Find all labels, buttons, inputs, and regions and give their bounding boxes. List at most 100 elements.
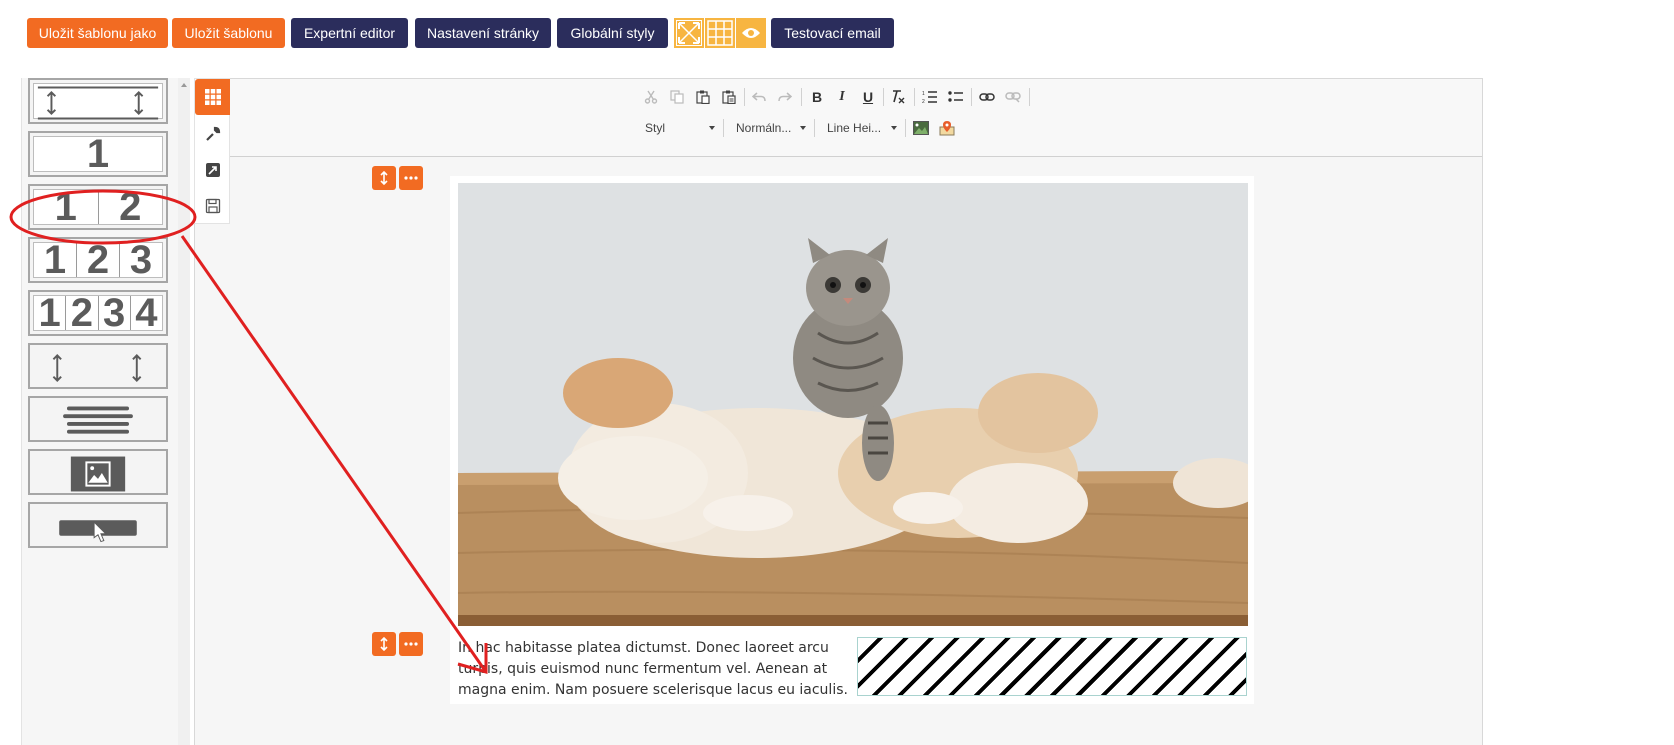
settings-tool-button[interactable] — [195, 116, 230, 152]
toolbar-separator — [1029, 88, 1030, 106]
style-dropdown-value: Styl — [645, 121, 666, 135]
column-number: 2 — [66, 293, 99, 333]
toolbar-separator — [971, 88, 972, 106]
unlink-button[interactable] — [1002, 86, 1024, 108]
side-toolbar — [194, 78, 230, 224]
wrench-icon — [205, 126, 220, 141]
column-number: 1 — [86, 132, 110, 176]
drag-arrows-icon — [380, 637, 388, 651]
content-image[interactable] — [458, 183, 1248, 626]
grid-icon — [707, 20, 733, 46]
email-template-editor: Uložit šablonu jako Uložit šablonu Exper… — [0, 0, 1674, 745]
save-template-as-button[interactable]: Uložit šablonu jako — [27, 18, 168, 48]
blocks-tool-button[interactable] — [195, 79, 230, 115]
test-email-button[interactable]: Testovací email — [771, 18, 894, 48]
expert-editor-button[interactable]: Expertní editor — [291, 18, 408, 48]
eye-icon — [742, 28, 760, 38]
link-icon — [979, 93, 995, 101]
preview-button[interactable] — [736, 18, 766, 48]
toolbar-separator — [914, 88, 915, 106]
cat-and-puppy-photo — [458, 183, 1248, 626]
paste-text-button[interactable] — [718, 86, 740, 108]
paste-text-icon — [722, 90, 736, 104]
undo-button[interactable] — [748, 86, 770, 108]
toolbar-separator — [801, 88, 802, 106]
save-template-button[interactable]: Uložit šablonu — [172, 18, 285, 48]
save-tool-button[interactable] — [195, 188, 230, 224]
column-number: 3 — [129, 238, 153, 282]
bulleted-list-button[interactable] — [945, 86, 967, 108]
text-lines-icon — [63, 406, 133, 434]
toolbar-separator — [883, 88, 884, 106]
numbered-list-button[interactable]: 12 — [919, 86, 941, 108]
palette-spacer-block[interactable] — [28, 343, 168, 389]
line-height-dropdown[interactable]: Line Hei... — [823, 117, 901, 139]
toolbar-separator — [723, 119, 724, 137]
format-dropdown-value: Normáln... — [736, 121, 792, 135]
page-settings-button[interactable]: Nastavení stránky — [415, 18, 551, 48]
palette-four-columns-block[interactable]: 1 2 3 4 — [28, 290, 168, 336]
copy-icon — [670, 90, 684, 104]
link-button[interactable] — [976, 86, 998, 108]
copy-button[interactable] — [666, 86, 688, 108]
palette-button-block[interactable] — [28, 502, 168, 548]
image-tool-button[interactable] — [195, 152, 230, 188]
empty-column-placeholder[interactable] — [857, 637, 1247, 696]
row-options-button[interactable] — [399, 166, 423, 190]
block-palette: 1 1 2 1 2 3 1 2 3 4 — [21, 78, 178, 745]
redo-button[interactable] — [774, 86, 796, 108]
line-height-dropdown-value: Line Hei... — [827, 121, 882, 135]
row-move-handle[interactable] — [372, 632, 396, 656]
row-options-button[interactable] — [399, 632, 423, 656]
button-pointer-icon — [59, 520, 137, 543]
more-icon — [404, 176, 418, 180]
svg-text:1: 1 — [922, 91, 925, 97]
image-icon — [913, 121, 929, 135]
remove-format-button[interactable] — [887, 86, 909, 108]
italic-button[interactable]: I — [831, 86, 853, 108]
style-dropdown[interactable]: Styl — [641, 117, 719, 139]
bulleted-list-icon — [948, 91, 963, 102]
column-number: 4 — [135, 291, 158, 335]
rich-text-toolbar: B I U 12 Styl Normáln... Line Hei... — [230, 79, 1482, 157]
toolbar-separator — [814, 119, 815, 137]
palette-image-block[interactable] — [28, 449, 168, 495]
text-column[interactable]: In hac habitasse platea dictumst. Donec … — [458, 638, 848, 708]
column-number: 2 — [77, 240, 120, 280]
toolbar-separator — [905, 119, 906, 137]
cut-icon — [644, 90, 658, 104]
underline-button[interactable]: U — [857, 86, 879, 108]
format-dropdown[interactable]: Normáln... — [732, 117, 810, 139]
fullscreen-button[interactable] — [674, 18, 704, 48]
save-icon — [205, 198, 220, 214]
insert-map-button[interactable] — [936, 117, 958, 139]
palette-three-columns-block[interactable]: 1 2 3 — [28, 237, 168, 283]
image-edit-icon — [205, 163, 220, 177]
numbered-list-icon: 12 — [922, 91, 937, 104]
column-number: 3 — [99, 293, 131, 333]
palette-two-columns-block[interactable]: 1 2 — [28, 184, 168, 230]
palette-scrollbar[interactable] — [178, 78, 190, 745]
palette-text-block[interactable] — [28, 396, 168, 442]
palette-one-column-block[interactable]: 1 — [28, 131, 168, 177]
blocks-grid-icon — [204, 89, 221, 105]
column-number: 1 — [34, 240, 77, 280]
undo-icon — [752, 92, 766, 102]
remove-format-icon — [893, 90, 905, 104]
bold-button[interactable]: B — [806, 86, 828, 108]
unlink-icon — [1005, 92, 1021, 103]
grid-button[interactable] — [705, 18, 735, 48]
insert-image-button[interactable] — [910, 117, 932, 139]
global-styles-button[interactable]: Globální styly — [557, 18, 668, 48]
row-move-handle[interactable] — [372, 166, 396, 190]
image-icon — [70, 456, 126, 492]
palette-spacer-lines-block[interactable] — [28, 78, 168, 124]
paste-button[interactable] — [692, 86, 714, 108]
cut-button[interactable] — [640, 86, 662, 108]
fullscreen-icon — [676, 20, 702, 46]
chevron-down-icon — [800, 126, 806, 130]
chevron-down-icon — [709, 126, 715, 130]
toolbar-separator — [744, 88, 745, 106]
column-number: 1 — [34, 293, 67, 333]
paste-icon — [696, 90, 710, 104]
